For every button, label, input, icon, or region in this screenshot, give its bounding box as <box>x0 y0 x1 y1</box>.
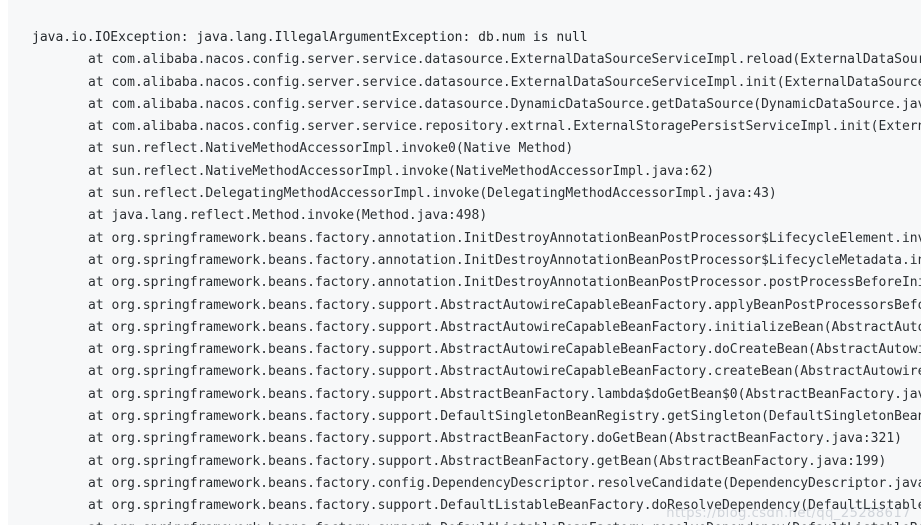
stack-frame-line: at com.alibaba.nacos.config.server.servi… <box>88 119 921 135</box>
stack-frame-line: at sun.reflect.NativeMethodAccessorImpl.… <box>88 141 574 157</box>
stack-frame-line: at org.springframework.beans.factory.ann… <box>88 252 921 268</box>
stack-frame-line: at sun.reflect.DelegatingMethodAccessorI… <box>88 186 777 202</box>
stack-frame-line: at org.springframework.beans.factory.sup… <box>88 431 902 447</box>
stack-frame-line: at org.springframework.beans.factory.sup… <box>88 342 921 358</box>
stack-frame-line: at org.springframework.beans.factory.sup… <box>88 364 921 380</box>
stack-frame-line: at org.springframework.beans.factory.sup… <box>88 386 921 402</box>
exception-header-line: java.io.IOException: java.lang.IllegalAr… <box>32 30 588 45</box>
stack-frame-line: at org.springframework.beans.factory.sup… <box>88 409 921 425</box>
stack-trace-text-block: java.io.IOException: java.lang.IllegalAr… <box>8 0 921 525</box>
stack-frame-line: at org.springframework.beans.factory.sup… <box>88 453 887 469</box>
console-output-surface[interactable]: java.io.IOException: java.lang.IllegalAr… <box>8 0 921 525</box>
stack-frame-line: at org.springframework.beans.factory.sup… <box>88 319 921 335</box>
stack-frame-line: at com.alibaba.nacos.config.server.servi… <box>88 52 921 68</box>
stack-frame-line: at org.springframework.beans.factory.ann… <box>88 275 921 291</box>
stack-frame-line: at org.springframework.beans.factory.sup… <box>8 518 921 525</box>
stack-frame-line: at org.springframework.beans.factory.ann… <box>88 230 921 246</box>
stack-frame-line: at com.alibaba.nacos.config.server.servi… <box>88 96 921 112</box>
stack-frame-line: at org.springframework.beans.factory.sup… <box>88 498 921 514</box>
stack-frame-line: at org.springframework.beans.factory.sup… <box>88 297 921 313</box>
stack-trace-screenshot: java.io.IOException: java.lang.IllegalAr… <box>0 0 921 525</box>
stack-frame-line: at org.springframework.beans.factory.con… <box>88 475 921 491</box>
stack-frame-line: at com.alibaba.nacos.config.server.servi… <box>88 74 921 90</box>
stack-frame-line: at java.lang.reflect.Method.invoke(Metho… <box>88 208 488 224</box>
stack-frame-line: at sun.reflect.NativeMethodAccessorImpl.… <box>88 163 715 179</box>
